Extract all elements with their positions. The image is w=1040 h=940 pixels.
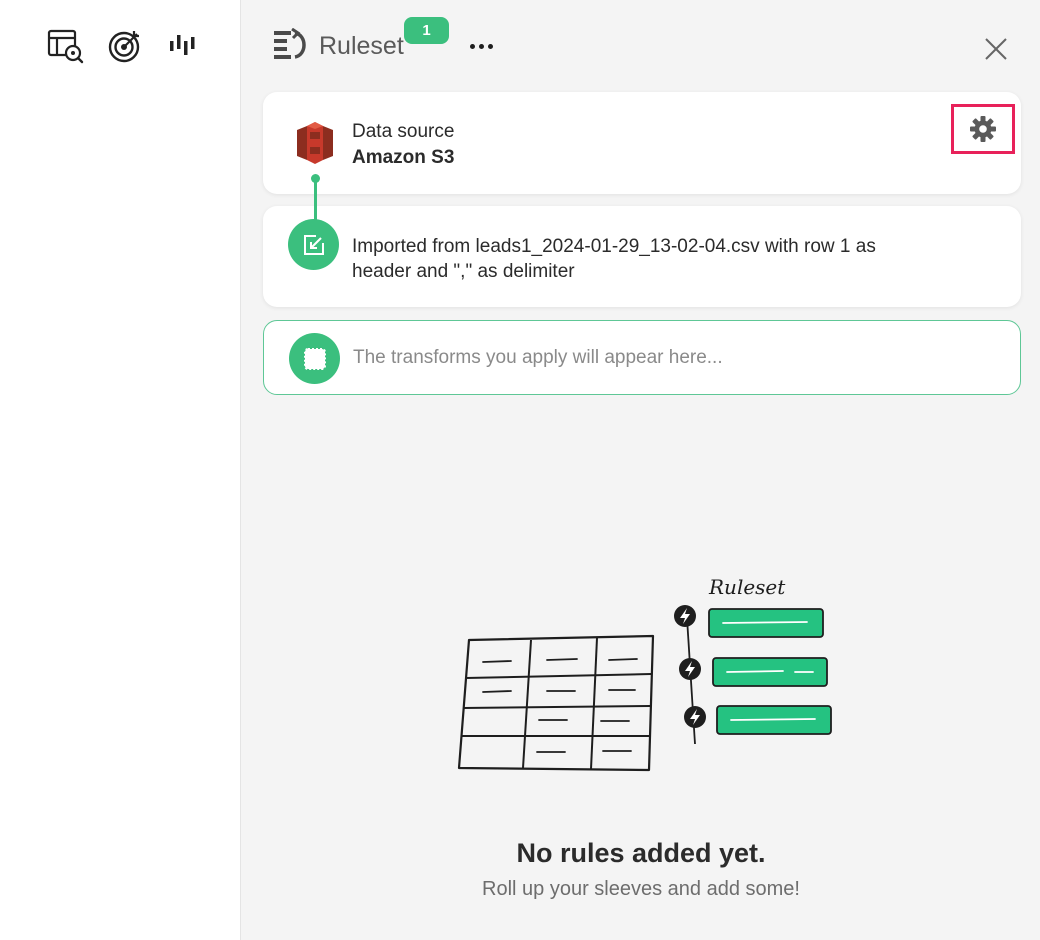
transforms-step-icon (289, 333, 340, 384)
dot-icon (469, 43, 475, 49)
empty-state-title: No rules added yet. (516, 838, 766, 868)
source-settings-button[interactable] (951, 104, 1015, 154)
gear-icon (970, 116, 996, 142)
close-icon (985, 38, 1007, 60)
import-step-card[interactable]: Imported from leads1_2024-01-29_13-02-04… (263, 206, 1021, 307)
waveform-icon[interactable] (164, 26, 204, 66)
dot-icon (478, 43, 484, 49)
target-icon[interactable] (105, 26, 145, 66)
more-options-button[interactable] (465, 36, 497, 56)
transforms-placeholder: The transforms you apply will appear her… (353, 347, 723, 368)
import-step-icon (288, 219, 339, 270)
left-toolbar (0, 0, 240, 940)
data-source-value: Amazon S3 (352, 147, 455, 168)
ruleset-panel: Ruleset 1 Data source Amazon S3 Imported… (240, 0, 1040, 940)
import-arrow-icon (303, 234, 324, 255)
dot-icon (487, 43, 493, 49)
data-source-card[interactable]: Data source Amazon S3 (263, 92, 1021, 194)
ruleset-icon (273, 27, 309, 64)
illustration-label: Ruleset (708, 575, 786, 599)
rule-count-badge: 1 (404, 17, 449, 44)
close-button[interactable] (981, 34, 1011, 64)
data-source-label: Data source (352, 121, 455, 142)
dashed-square-icon (303, 347, 326, 370)
empty-state-subtitle: Roll up your sleeves and add some! (482, 878, 800, 900)
panel-title: Ruleset (319, 32, 404, 60)
empty-state-illustration: Ruleset (451, 570, 841, 780)
amazon-s3-icon (293, 120, 337, 166)
step-connector-dot (311, 174, 320, 183)
panel-header: Ruleset 1 (241, 0, 1040, 90)
step-connector (314, 178, 317, 226)
transforms-card[interactable]: The transforms you apply will appear her… (263, 320, 1021, 395)
table-search-icon[interactable] (45, 26, 85, 66)
import-description: Imported from leads1_2024-01-29_13-02-04… (352, 236, 876, 282)
